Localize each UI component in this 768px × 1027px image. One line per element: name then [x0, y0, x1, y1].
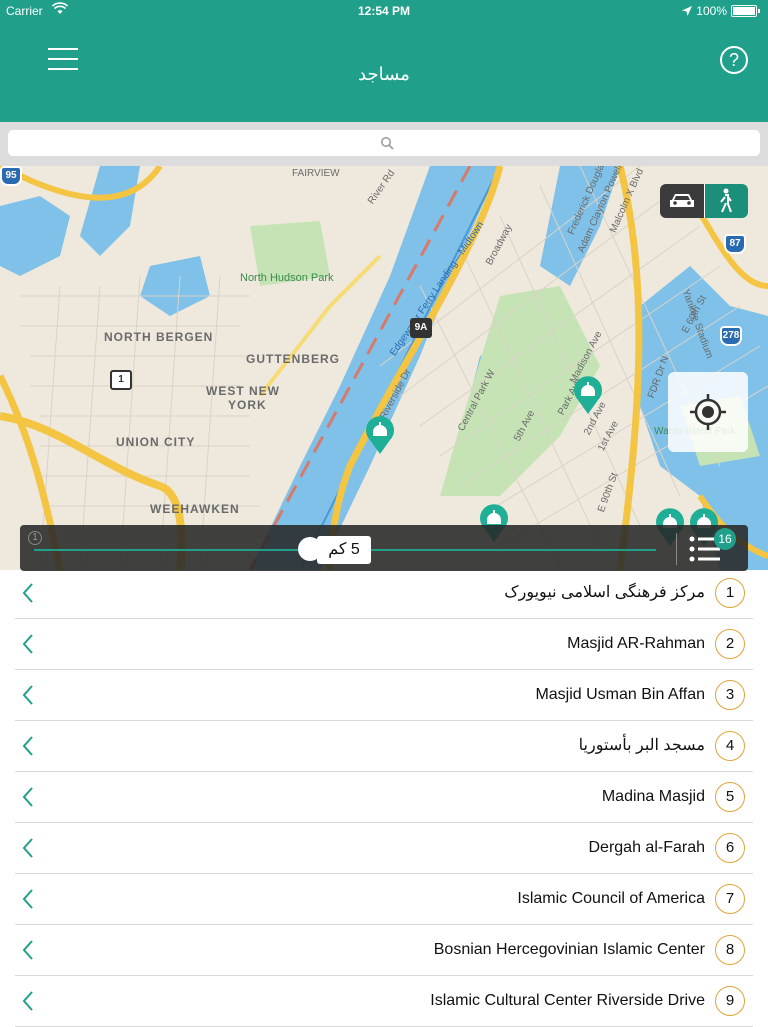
- mosque-number: 2: [715, 629, 745, 659]
- mosque-name: Islamic Cultural Center Riverside Drive: [430, 992, 705, 1009]
- shield-i95: 95: [0, 166, 22, 186]
- walk-mode-button[interactable]: [703, 184, 748, 218]
- list-item[interactable]: Masjid AR-Rahman 2: [15, 619, 753, 670]
- shield-route-1: 1: [110, 370, 132, 390]
- mosque-number: 6: [715, 833, 745, 863]
- mosque-name: Bosnian Hercegovinian Islamic Center: [433, 941, 705, 958]
- status-bar: Carrier 12:54 PM 100%: [0, 0, 768, 22]
- chevron-left-icon: [22, 583, 33, 603]
- walk-icon: [720, 188, 733, 213]
- help-button[interactable]: ?: [720, 46, 748, 74]
- mosque-number: 3: [715, 680, 745, 710]
- chevron-left-icon: [22, 940, 33, 960]
- list-item[interactable]: Bosnian Hercegovinian Islamic Center 8: [15, 925, 753, 976]
- map-label-north-hudson-park: North Hudson Park: [240, 272, 334, 284]
- chevron-left-icon: [22, 787, 33, 807]
- mosque-pin-icon[interactable]: [364, 414, 396, 454]
- result-count-badge: 16: [714, 528, 736, 550]
- locate-me-button[interactable]: [668, 372, 748, 452]
- search-bar: [0, 122, 768, 166]
- list-item[interactable]: Masjid Usman Bin Affan 3: [15, 670, 753, 721]
- car-mode-button[interactable]: [660, 184, 704, 218]
- search-icon: [381, 137, 394, 150]
- mosque-name: مسجد البر بأستوريا: [578, 737, 705, 754]
- chevron-left-icon: [22, 736, 33, 756]
- chevron-left-icon: [22, 889, 33, 909]
- menu-line: [48, 48, 78, 50]
- battery-icon: [731, 5, 757, 17]
- battery-percent: 100%: [696, 4, 727, 18]
- mosque-name: Madina Masjid: [601, 788, 705, 805]
- slider-min-label: 1: [28, 531, 42, 545]
- radius-slider-bar: 1 5 كم 16: [20, 525, 748, 571]
- chevron-left-icon: [22, 634, 33, 654]
- page-title: مساجد: [358, 64, 410, 84]
- mosque-number: 9: [715, 986, 745, 1016]
- list-item[interactable]: Islamic Council of America 7: [15, 874, 753, 925]
- battery-tip: [758, 9, 760, 13]
- location-arrow-icon: [682, 6, 693, 16]
- mosque-name: Dergah al-Farah: [588, 839, 706, 856]
- list-item[interactable]: مرکز فرهنگی اسلامی نیویورک 1: [15, 568, 753, 619]
- map-label-west-new: WEST NEW: [206, 384, 280, 398]
- list-item[interactable]: مسجد البر بأستوريا 4: [15, 721, 753, 772]
- menu-line: [48, 58, 78, 60]
- mosque-name: Islamic Council of America: [517, 890, 705, 907]
- map-label-weehawken: WEEHAWKEN: [150, 502, 240, 516]
- list-item[interactable]: Dergah al-Farah 6: [15, 823, 753, 874]
- map-label-fairview: FAIRVIEW: [292, 168, 340, 179]
- divider: [676, 533, 677, 565]
- radius-value-label: 5 كم: [317, 536, 371, 564]
- mosque-pin-icon[interactable]: [572, 374, 604, 414]
- mosque-number: 4: [715, 731, 745, 761]
- mosque-name: Masjid AR-Rahman: [567, 635, 705, 652]
- mosque-number: 1: [715, 578, 745, 608]
- mosque-name: Masjid Usman Bin Affan: [535, 686, 705, 703]
- chevron-left-icon: [22, 685, 33, 705]
- mosque-name: مرکز فرهنگی اسلامی نیویورک: [504, 584, 705, 601]
- chevron-left-icon: [22, 838, 33, 858]
- map-label-york: YORK: [228, 398, 267, 412]
- map-label-guttenberg: GUTTENBERG: [246, 352, 340, 366]
- mosque-number: 7: [715, 884, 745, 914]
- map-base: [0, 166, 768, 570]
- mosque-list: مرکز فرهنگی اسلامی نیویورک 1 Masjid AR-R…: [0, 568, 768, 1027]
- search-box: [8, 130, 764, 158]
- shield-9a: 9A: [410, 318, 432, 338]
- travel-mode-toggle: [660, 184, 748, 218]
- map-view[interactable]: FAIRVIEW NORTH BERGEN GUTTENBERG WEST NE…: [0, 166, 768, 570]
- navigation-bar: مساجد ?: [0, 22, 768, 122]
- shield-i278: 278: [720, 326, 742, 346]
- chevron-left-icon: [22, 991, 33, 1011]
- mosque-number: 8: [715, 935, 745, 965]
- mosque-number: 5: [715, 782, 745, 812]
- car-icon: [669, 194, 694, 207]
- shield-i87: 87: [724, 234, 746, 254]
- list-item[interactable]: Madina Masjid 5: [15, 772, 753, 823]
- map-label-union-city: UNION CITY: [116, 435, 196, 449]
- list-item[interactable]: Islamic Cultural Center Riverside Drive …: [15, 976, 753, 1027]
- crosshair-icon: [690, 394, 726, 430]
- clock: 12:54 PM: [357, 4, 411, 18]
- map-label-north-bergen: NORTH BERGEN: [104, 330, 214, 344]
